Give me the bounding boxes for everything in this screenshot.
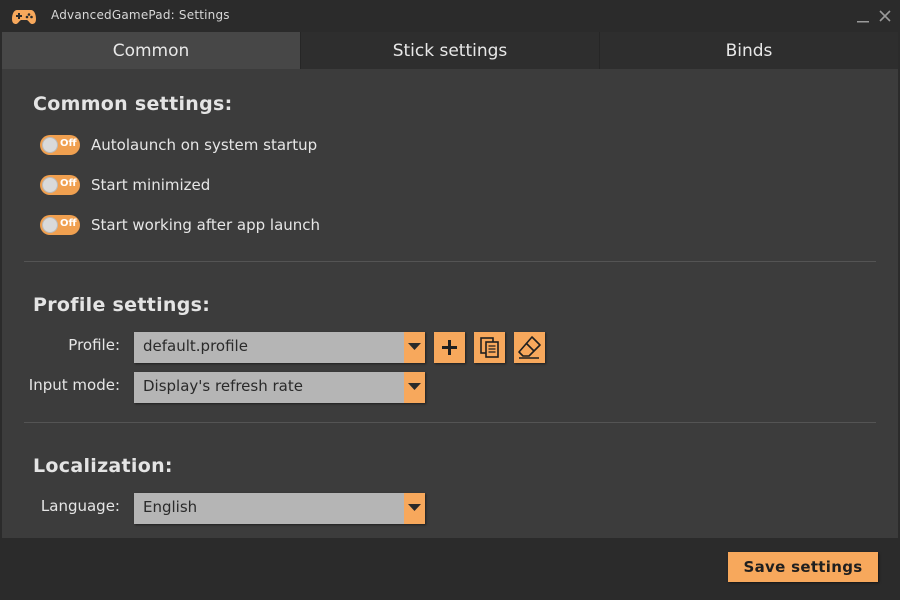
title-bar: AdvancedGamePad: Settings (0, 0, 900, 32)
section-divider (24, 422, 876, 423)
dropdown-button[interactable] (404, 493, 425, 524)
tab-stick-settings[interactable]: Stick settings (301, 32, 600, 69)
start-minimized-toggle[interactable]: Off (40, 175, 80, 195)
toggle-label: Autolaunch on system startup (91, 136, 318, 154)
gamepad-icon (12, 10, 36, 24)
toggle-state: Off (60, 178, 77, 189)
language-label: Language: (40, 497, 120, 515)
dropdown-button[interactable] (404, 332, 425, 363)
start-working-toggle[interactable]: Off (40, 215, 80, 235)
input-mode-label: Input mode: (28, 376, 120, 394)
window-title: AdvancedGamePad: Settings (51, 8, 230, 22)
chevron-down-icon (408, 343, 421, 350)
language-select[interactable]: English (134, 493, 425, 524)
language-value: English (143, 498, 198, 516)
common-settings-heading: Common settings: (33, 93, 233, 115)
toggle-label: Start minimized (91, 176, 211, 194)
eraser-icon (518, 336, 541, 359)
chevron-down-icon (408, 504, 421, 511)
tab-label: Binds (725, 40, 773, 61)
profile-value: default.profile (143, 337, 248, 355)
chevron-down-icon (408, 383, 421, 390)
toggle-knob (42, 217, 58, 233)
input-mode-select[interactable]: Display's refresh rate (134, 372, 425, 403)
tab-common[interactable]: Common (2, 32, 301, 69)
settings-panel: Common settings: Off Autolaunch on syste… (2, 69, 898, 538)
section-divider (24, 261, 876, 262)
dropdown-button[interactable] (404, 372, 425, 403)
toggle-label: Start working after app launch (91, 216, 321, 234)
profile-select[interactable]: default.profile (134, 332, 425, 363)
tab-binds[interactable]: Binds (600, 32, 898, 69)
toggle-knob (42, 177, 58, 193)
clear-profile-button[interactable] (514, 332, 545, 363)
autolaunch-toggle[interactable]: Off (40, 135, 80, 155)
add-profile-button[interactable] (434, 332, 465, 363)
copy-icon (480, 337, 499, 358)
tab-label: Common (112, 40, 190, 61)
tab-bar: Common Stick settings Binds (2, 32, 898, 69)
minimize-icon[interactable] (855, 8, 871, 24)
toggle-row-start-working: Off Start working after app launch (40, 214, 320, 236)
toggle-state: Off (60, 138, 77, 149)
toggle-state: Off (60, 218, 77, 229)
toggle-knob (42, 137, 58, 153)
toggle-row-start-minimized: Off Start minimized (40, 174, 210, 196)
profile-label: Profile: (68, 336, 120, 354)
save-settings-button[interactable]: Save settings (728, 552, 878, 582)
copy-profile-button[interactable] (474, 332, 505, 363)
plus-icon (442, 340, 457, 355)
tab-label: Stick settings (392, 40, 508, 61)
save-button-label: Save settings (743, 558, 863, 576)
input-mode-value: Display's refresh rate (143, 377, 303, 395)
toggle-row-autolaunch: Off Autolaunch on system startup (40, 134, 317, 156)
localization-heading: Localization: (33, 455, 173, 477)
profile-settings-heading: Profile settings: (33, 294, 211, 316)
close-icon[interactable] (877, 8, 893, 24)
